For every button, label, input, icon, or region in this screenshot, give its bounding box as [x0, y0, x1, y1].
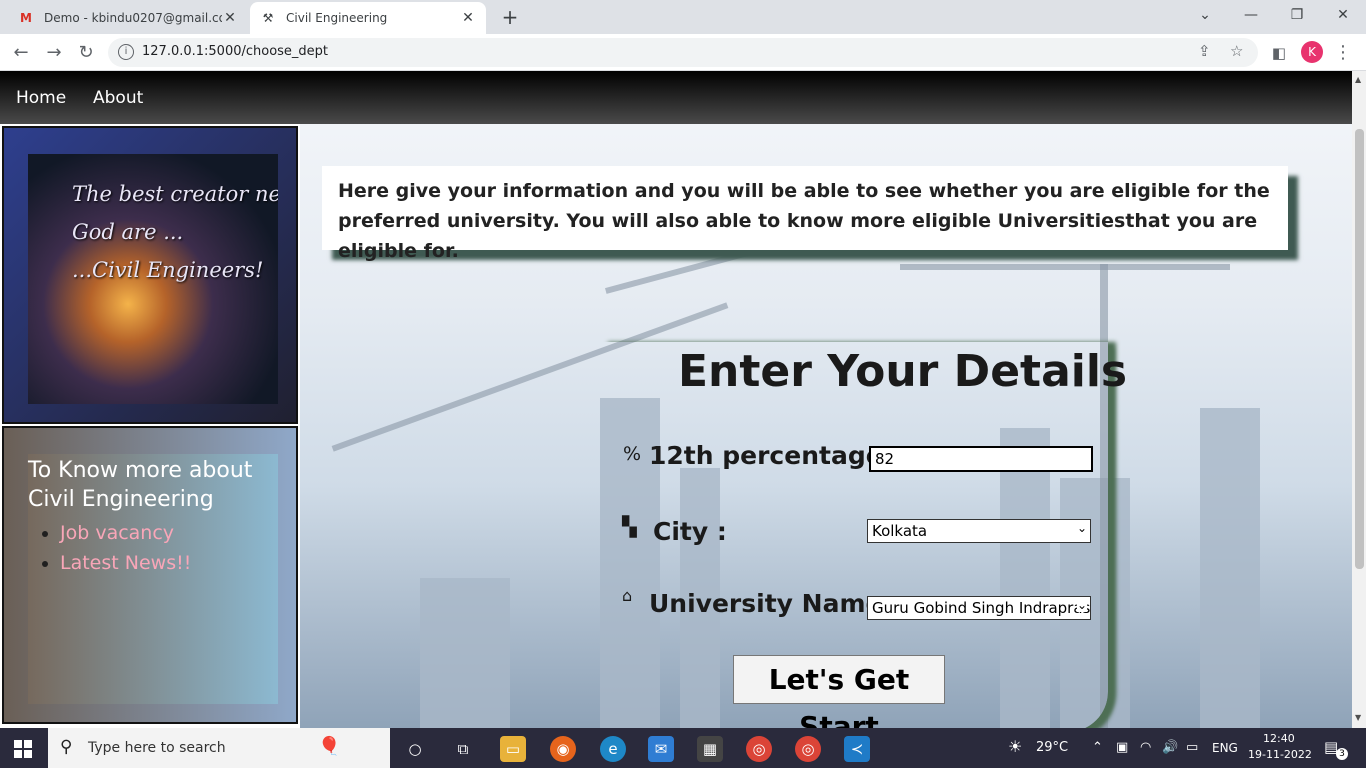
- percentage-label: 12th percentage :: [649, 441, 902, 470]
- map-icon: ▚: [622, 516, 637, 538]
- university-select[interactable]: Guru Gobind Singh Indraprastha ⌄: [867, 596, 1091, 620]
- bookmark-star-icon[interactable]: ☆: [1230, 42, 1243, 60]
- chevron-up-icon[interactable]: ⌃: [1092, 740, 1103, 755]
- cortana-icon[interactable]: ○: [402, 736, 428, 762]
- scroll-down-icon[interactable]: ▼: [1355, 713, 1361, 722]
- list-item: Job vacancy: [60, 518, 191, 548]
- main-content: Here give your information and you will …: [300, 124, 1352, 728]
- close-icon[interactable]: ✕: [222, 10, 238, 26]
- sidebar: The best creator next God are ... ...Civ…: [0, 124, 300, 728]
- chevron-down-icon: ⌄: [1076, 521, 1087, 535]
- meet-now-icon[interactable]: ▣: [1116, 740, 1128, 755]
- site-icon: ⚒: [262, 11, 274, 25]
- image-caption-line: God are ...: [72, 220, 184, 244]
- chrome-icon[interactable]: ◎: [746, 736, 772, 762]
- clock-time[interactable]: 12:40: [1263, 732, 1295, 745]
- info-links-box: To Know more about Civil Engineering Job…: [2, 426, 298, 724]
- scrollbar-thumb[interactable]: [1355, 129, 1364, 569]
- background-crane: [900, 264, 1230, 270]
- close-icon[interactable]: ✕: [460, 10, 476, 26]
- language-indicator[interactable]: ENG: [1212, 741, 1238, 755]
- page-scrollbar[interactable]: ▲ ▼: [1352, 71, 1366, 728]
- weather-icon: ☀: [1008, 737, 1023, 756]
- url-text[interactable]: 127.0.0.1:5000/choose_dept: [142, 44, 328, 59]
- side-panel-icon[interactable]: ◧: [1266, 40, 1292, 66]
- taskbar-search-placeholder: Type here to search: [88, 740, 226, 756]
- university-icon: ⌂: [622, 586, 633, 605]
- new-tab-button[interactable]: +: [498, 5, 522, 29]
- info-icon[interactable]: i: [118, 44, 134, 60]
- city-select[interactable]: Kolkata ⌄: [867, 519, 1091, 543]
- firefox-icon[interactable]: ◉: [550, 736, 576, 762]
- search-highlight-icon: 🎈: [318, 736, 341, 757]
- windows-taskbar: ⚲ Type here to search 🎈 ○ ⧉ ▭ ◉ e ✉ ▦ ◎ …: [0, 728, 1366, 768]
- browser-tab-bar: M Demo - kbindu0207@gmail.com ✕ ⚒ Civil …: [0, 0, 1366, 34]
- gmail-icon: M: [20, 11, 32, 25]
- city-label: City :: [653, 517, 727, 546]
- tab-civil-engineering[interactable]: ⚒ Civil Engineering ✕: [250, 2, 486, 34]
- task-view-icon[interactable]: ⧉: [450, 736, 476, 762]
- nav-about-link[interactable]: About: [93, 88, 143, 108]
- background-building: [1200, 408, 1260, 728]
- back-icon[interactable]: ←: [8, 40, 34, 66]
- minimize-button[interactable]: —: [1228, 0, 1274, 32]
- chrome-profile-icon[interactable]: ◎: [795, 736, 821, 762]
- forward-icon[interactable]: →: [41, 40, 67, 66]
- percentage-input[interactable]: 82: [869, 446, 1093, 472]
- university-selected-value: Guru Gobind Singh Indraprastha: [872, 599, 1091, 617]
- battery-icon[interactable]: ▭: [1186, 740, 1198, 755]
- background-building: [420, 578, 510, 728]
- get-start-button[interactable]: Let's Get Start: [733, 655, 945, 728]
- taskbar-search-box[interactable]: ⚲ Type here to search 🎈: [48, 728, 390, 768]
- store-icon[interactable]: ▦: [697, 736, 723, 762]
- share-icon[interactable]: ⇪: [1198, 42, 1211, 60]
- weather-text[interactable]: 29°C: [1036, 740, 1068, 755]
- percent-icon: %: [623, 443, 642, 465]
- scroll-up-icon[interactable]: ▲: [1355, 75, 1361, 84]
- chevron-down-icon: ⌄: [1076, 598, 1087, 612]
- address-bar[interactable]: i 127.0.0.1:5000/choose_dept ⇪ ☆: [108, 38, 1258, 67]
- links-list: Job vacancy Latest News!!: [28, 518, 191, 578]
- file-explorer-icon[interactable]: ▭: [500, 736, 526, 762]
- restore-button[interactable]: ❐: [1274, 0, 1320, 32]
- vscode-icon[interactable]: ≺: [844, 736, 870, 762]
- nav-home-link[interactable]: Home: [16, 88, 66, 108]
- image-caption-line: ...Civil Engineers!: [72, 258, 264, 282]
- city-night-image: The best creator next God are ... ...Civ…: [28, 154, 278, 404]
- edge-icon[interactable]: e: [600, 736, 626, 762]
- tab-title: Civil Engineering: [286, 11, 388, 25]
- volume-icon[interactable]: 🔊: [1162, 740, 1178, 755]
- job-vacancy-link[interactable]: Job vacancy: [60, 522, 174, 544]
- form-title: Enter Your Details: [678, 346, 1128, 397]
- image-caption-line: The best creator next: [72, 182, 278, 206]
- notification-badge: 3: [1336, 748, 1348, 760]
- tab-gmail[interactable]: M Demo - kbindu0207@gmail.com ✕: [8, 2, 248, 34]
- wifi-icon[interactable]: ◠: [1140, 740, 1151, 755]
- mail-icon[interactable]: ✉: [648, 736, 674, 762]
- tab-search-icon[interactable]: ⌄: [1182, 0, 1228, 32]
- reload-icon[interactable]: ↻: [73, 40, 99, 66]
- close-window-button[interactable]: ✕: [1320, 0, 1366, 32]
- city-selected-value: Kolkata: [872, 522, 928, 540]
- university-label: University Name:: [649, 589, 893, 618]
- links-heading: To Know more about Civil Engineering: [28, 458, 253, 512]
- list-item: Latest News!!: [60, 548, 191, 578]
- profile-avatar[interactable]: K: [1301, 41, 1323, 63]
- info-banner: Here give your information and you will …: [322, 166, 1288, 262]
- site-navbar: Home About: [0, 71, 1352, 124]
- address-bar-row: ← → ↻ i 127.0.0.1:5000/choose_dept ⇪ ☆ ◧…: [0, 34, 1366, 71]
- search-icon: ⚲: [60, 737, 73, 757]
- tab-title: Demo - kbindu0207@gmail.com: [44, 11, 222, 25]
- menu-kebab-icon[interactable]: ⋮: [1330, 40, 1356, 66]
- clock-date[interactable]: 19-11-2022: [1248, 748, 1312, 761]
- windows-start-icon[interactable]: [14, 740, 32, 758]
- sidebar-image-frame: The best creator next God are ... ...Civ…: [2, 126, 298, 424]
- latest-news-link[interactable]: Latest News!!: [60, 552, 191, 574]
